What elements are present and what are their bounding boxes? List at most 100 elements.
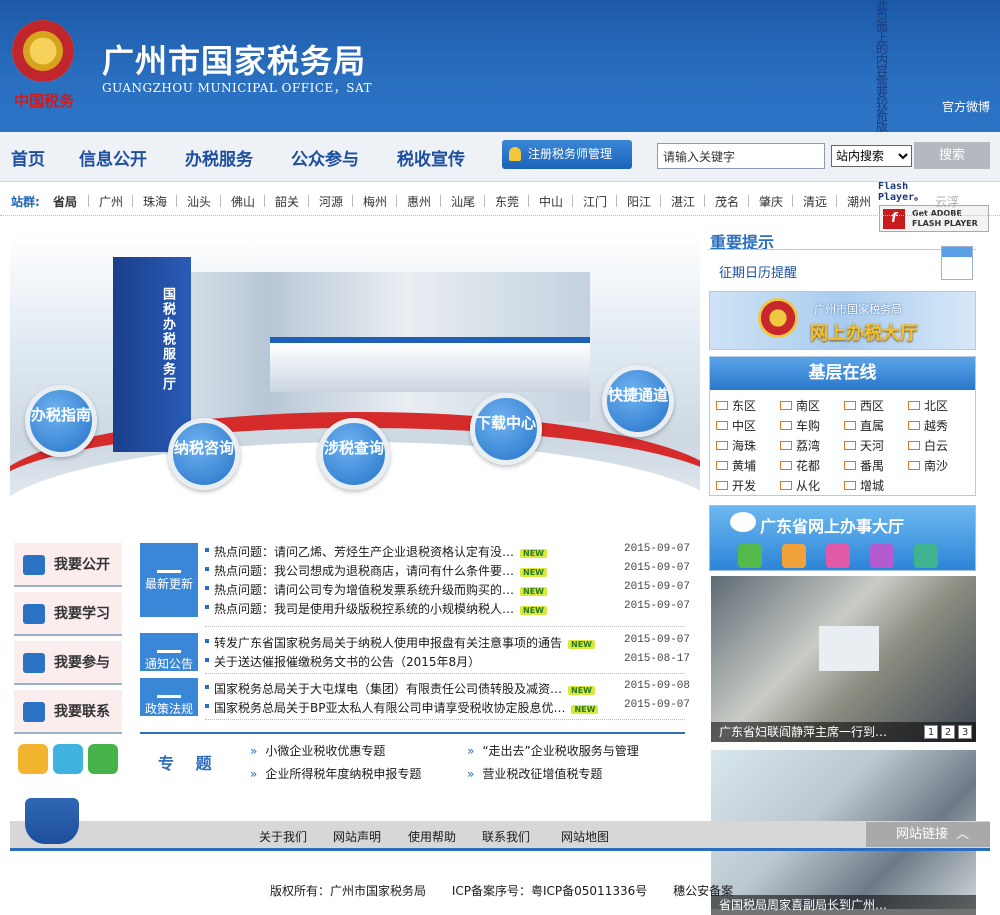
station-link[interactable]: 广州 <box>99 193 123 210</box>
station-link[interactable]: 省局 <box>53 193 77 210</box>
district-link[interactable]: 增城 <box>844 477 884 494</box>
station-link[interactable]: 中山 <box>539 193 563 210</box>
news-link[interactable]: 关于送达催报催缴税务文书的公告（2015年8月） <box>214 653 480 670</box>
online-tax-hall-banner[interactable]: 广州市国家税务局 网上办税大厅 <box>709 291 976 350</box>
news-photo[interactable]: 广东省妇联阎静萍主席一行到… 1 2 3 <box>711 576 976 742</box>
search-scope-select[interactable]: 站内搜索 <box>831 145 912 167</box>
station-link[interactable]: 潮州 <box>847 193 871 210</box>
notice-tag[interactable]: 通知公告 <box>140 633 198 671</box>
news-link[interactable]: 国家税务总局关于BP亚太私人有限公司申请享受税收协定股息优… NEW <box>214 699 599 716</box>
district-link[interactable]: 荔湾 <box>780 437 820 454</box>
district-link[interactable]: 番禺 <box>844 457 884 474</box>
side-participate-button[interactable]: 我要参与 <box>14 641 122 685</box>
guide-bubble-button[interactable]: 办税指南 <box>25 385 97 457</box>
arrow-icon <box>716 401 728 410</box>
nav-info-public[interactable]: 信息公开 <box>79 145 147 170</box>
station-link[interactable]: 江门 <box>583 193 607 210</box>
station-link[interactable]: 河源 <box>319 193 343 210</box>
district-link[interactable]: 从化 <box>780 477 820 494</box>
side-contact-button[interactable]: 我要联系 <box>14 690 122 734</box>
district-link[interactable]: 黄埔 <box>716 457 756 474</box>
footer-contact-link[interactable]: 联系我们 <box>482 828 530 845</box>
nav-home[interactable]: 首页 <box>11 145 45 170</box>
district-link[interactable]: 天河 <box>844 437 884 454</box>
footer-statement-link[interactable]: 网站声明 <box>333 828 381 845</box>
district-link[interactable]: 车购 <box>780 417 820 434</box>
topic-link[interactable]: » 小微企业税收优惠专题 <box>250 742 385 759</box>
station-link[interactable]: 珠海 <box>143 193 167 210</box>
cpa-management-button[interactable]: 注册税务师管理 <box>502 140 632 169</box>
footer-about-link[interactable]: 关于我们 <box>259 828 307 845</box>
district-link[interactable]: 中区 <box>716 417 756 434</box>
side-open-button[interactable]: 我要公开 <box>14 543 122 587</box>
station-link[interactable]: 汕头 <box>187 193 211 210</box>
station-link[interactable]: 佛山 <box>231 193 255 210</box>
district-link[interactable]: 南沙 <box>908 457 948 474</box>
emblem-caption: 中国税务 <box>14 92 75 110</box>
district-link[interactable]: 海珠 <box>716 437 756 454</box>
latest-tag[interactable]: 最新更新 <box>140 543 198 617</box>
station-link[interactable]: 惠州 <box>407 193 431 210</box>
district-link[interactable]: 白云 <box>908 437 948 454</box>
slide-page-2[interactable]: 2 <box>941 725 955 739</box>
district-link[interactable]: 开发 <box>716 477 756 494</box>
side-learn-button[interactable]: 我要学习 <box>14 592 122 636</box>
news-link[interactable]: 热点问题：请问乙烯、芳烃生产企业退税资格认定有没… NEW <box>214 543 547 560</box>
station-link[interactable]: 汕尾 <box>451 193 475 210</box>
news-link[interactable]: 热点问题：我公司想成为退税商店，请问有什么条件要… NEW <box>214 562 547 579</box>
district-link[interactable]: 南区 <box>780 397 820 414</box>
topic-link[interactable]: » 企业所得税年度纳税申报专题 <box>250 765 421 782</box>
divider <box>132 195 133 207</box>
news-link[interactable]: 国家税务总局关于大屯煤电（集团）有限责任公司债转股及减资… NEW <box>214 680 595 697</box>
photo-caption[interactable]: 省国税局周家喜副局长到广州… <box>711 895 976 915</box>
arrow-icon <box>844 421 856 430</box>
download-bubble-button[interactable]: 下载中心 <box>470 393 542 465</box>
station-link[interactable]: 茂名 <box>715 193 739 210</box>
consult-bubble-button[interactable]: 纳税咨询 <box>168 418 240 490</box>
district-link[interactable]: 直属 <box>844 417 884 434</box>
news-link[interactable]: 热点问题：请问公司专为增值税发票系统升级而购买的… NEW <box>214 581 547 598</box>
slide-page-3[interactable]: 3 <box>958 725 972 739</box>
side-open-label: 我要公开 <box>54 557 110 573</box>
weibo-icon[interactable] <box>18 744 48 774</box>
station-link[interactable]: 云浮 <box>935 193 959 210</box>
topic-link[interactable]: » 营业税改征增值税专题 <box>467 765 602 782</box>
district-link[interactable]: 花都 <box>780 457 820 474</box>
news-link[interactable]: 热点问题：我司是使用升级版税控系统的小规模纳税人… NEW <box>214 600 547 617</box>
footer-sitemap-link[interactable]: 网站地图 <box>561 828 609 845</box>
station-link[interactable]: 肇庆 <box>759 193 783 210</box>
guangdong-online-hall-banner[interactable]: 广东省网上办事大厅 <box>709 505 976 571</box>
slide-page-1[interactable]: 1 <box>924 725 938 739</box>
nav-public-participation[interactable]: 公众参与 <box>291 145 359 170</box>
policy-tag[interactable]: 政策法规 <box>140 678 198 716</box>
district-link[interactable]: 东区 <box>716 397 756 414</box>
topic-link[interactable]: » “走出去”企业税收服务与管理 <box>467 742 639 759</box>
station-link[interactable]: 梅州 <box>363 193 387 210</box>
nav-tax-publicity[interactable]: 税收宣传 <box>397 145 465 170</box>
station-link[interactable]: 韶关 <box>275 193 299 210</box>
nav-tax-service[interactable]: 办税服务 <box>185 145 253 170</box>
query-bubble-button[interactable]: 涉税查询 <box>318 418 390 490</box>
station-link[interactable]: 东莞 <box>495 193 519 210</box>
wechat-icon[interactable] <box>88 744 118 774</box>
weibo-link[interactable]: 官方微博 <box>942 98 990 115</box>
station-link[interactable]: 阳江 <box>627 193 651 210</box>
emblem-icon <box>758 298 798 338</box>
calendar-icon[interactable] <box>941 246 973 280</box>
news-link[interactable]: 转发广东省国家税务局关于纳税人使用申报盘有关注意事项的通告 NEW <box>214 634 595 651</box>
station-link[interactable]: 清远 <box>803 193 827 210</box>
latest-tag-label: 最新更新 <box>144 577 193 591</box>
footer-help-link[interactable]: 使用帮助 <box>408 828 456 845</box>
tax-calendar-link[interactable]: 征期日历提醒 <box>719 262 797 281</box>
site-links-tab[interactable]: 网站链接 ︿ <box>866 822 990 847</box>
district-label: 海珠 <box>732 439 757 453</box>
shortcut-bubble-button[interactable]: 快捷通道 <box>602 365 674 437</box>
search-input[interactable] <box>657 143 825 169</box>
search-button[interactable]: 搜索 <box>914 142 990 169</box>
district-link[interactable]: 越秀 <box>908 417 948 434</box>
district-link[interactable]: 西区 <box>844 397 884 414</box>
station-link[interactable]: 湛江 <box>671 193 695 210</box>
site-title[interactable]: 广州市国家税务局 <box>102 36 366 82</box>
district-link[interactable]: 北区 <box>908 397 948 414</box>
tencent-weibo-icon[interactable] <box>53 744 83 774</box>
